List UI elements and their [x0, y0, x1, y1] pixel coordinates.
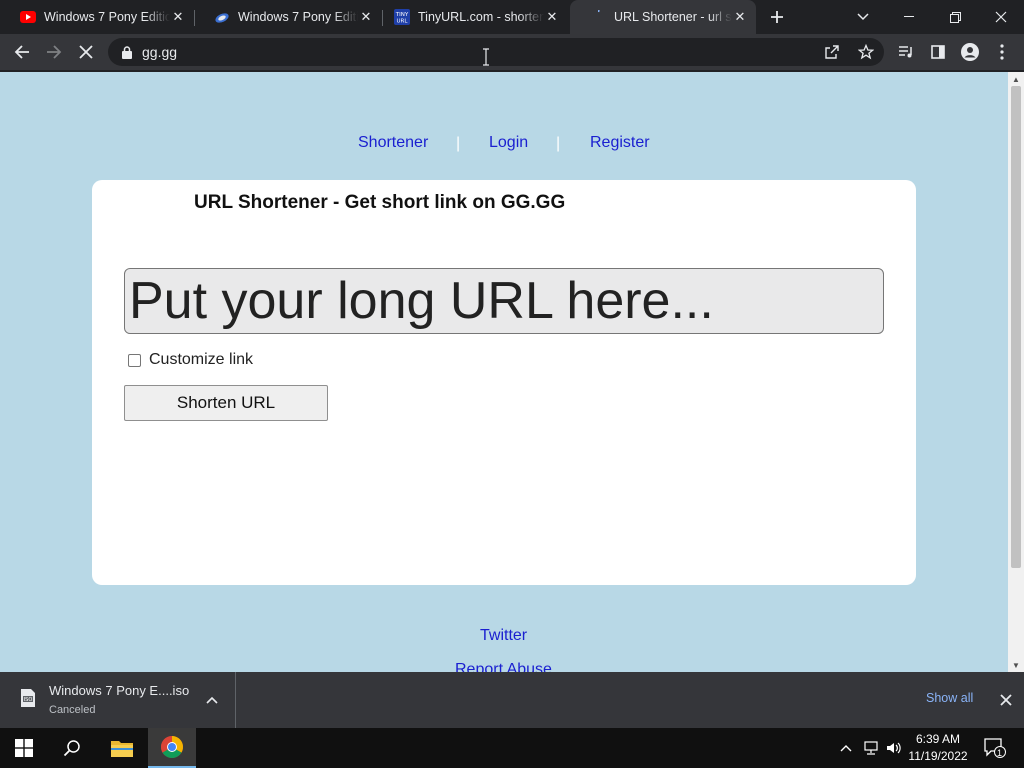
tab-gg-shortener[interactable]: URL Shortener - url shr ✕	[570, 0, 756, 34]
scroll-down-arrow[interactable]: ▼	[1008, 658, 1024, 672]
tab-title: Windows 7 Pony Edition	[44, 10, 170, 24]
close-icon[interactable]: ✕	[358, 9, 374, 25]
chrome-taskbar-icon[interactable]	[148, 728, 196, 768]
side-panel-icon[interactable]	[924, 38, 952, 66]
close-icon[interactable]: ✕	[544, 9, 560, 25]
svg-text:TINY: TINY	[395, 12, 409, 18]
browser-toolbar: gg.gg	[0, 34, 1024, 71]
windows-taskbar: 6:39 AM 11/19/2022 1	[0, 728, 1024, 768]
loading-icon	[590, 9, 606, 25]
nav-shortener-link[interactable]: Shortener	[358, 134, 428, 152]
restore-button[interactable]	[932, 0, 978, 34]
svg-text:URL: URL	[397, 19, 409, 25]
search-icon[interactable]	[48, 728, 96, 768]
download-file-name: Windows 7 Pony E....iso	[49, 683, 190, 698]
top-nav: Shortener | Login | Register	[0, 134, 1008, 156]
tab-strip: Windows 7 Pony Edition ✕ Windows 7 Pony …	[0, 0, 1024, 34]
customize-link-label: Customize link	[149, 351, 254, 368]
tab-tinyurl[interactable]: TINY URL TinyURL.com - shorten ✕	[374, 0, 568, 34]
back-button[interactable]	[8, 38, 36, 66]
address-bar[interactable]: gg.gg	[108, 38, 884, 66]
youtube-icon	[20, 9, 36, 25]
show-hidden-icons-chevron[interactable]	[836, 728, 856, 768]
download-status: Canceled	[49, 704, 96, 716]
media-control-icon[interactable]	[892, 38, 920, 66]
download-bar: ISO Windows 7 Pony E....iso Canceled Sho…	[0, 672, 1024, 728]
text-cursor-icon	[482, 48, 490, 66]
network-icon[interactable]	[860, 728, 882, 768]
bookmark-star-icon[interactable]	[854, 40, 878, 64]
address-text[interactable]: gg.gg	[142, 38, 177, 66]
shortener-card: URL Shortener - Get short link on GG.GG …	[92, 180, 916, 585]
lock-icon[interactable]	[120, 44, 134, 60]
nav-separator: |	[556, 135, 561, 152]
svg-text:ISO: ISO	[24, 697, 33, 703]
tab-pony[interactable]: Windows 7 Pony Edition ✕	[194, 0, 382, 34]
scroll-up-arrow[interactable]: ▲	[1008, 72, 1024, 86]
iso-file-icon: ISO	[20, 689, 36, 707]
minimize-button[interactable]	[886, 0, 932, 34]
nav-login-link[interactable]: Login	[489, 134, 528, 152]
close-download-bar-icon[interactable]	[996, 690, 1016, 710]
tab-title: TinyURL.com - shorten	[418, 10, 544, 24]
tab-title: URL Shortener - url shr	[614, 10, 732, 24]
close-icon[interactable]: ✕	[170, 9, 186, 25]
stop-loading-button[interactable]	[72, 38, 100, 66]
vertical-scrollbar[interactable]: ▲ ▼	[1008, 72, 1024, 672]
report-abuse-link[interactable]: Report Abuse	[455, 661, 552, 672]
page-title: URL Shortener - Get short link on GG.GG	[194, 192, 566, 213]
tab-title: Windows 7 Pony Edition	[238, 10, 358, 24]
page-viewport: Shortener | Login | Register URL Shorten…	[0, 72, 1024, 672]
customize-link-checkbox[interactable]	[128, 353, 141, 367]
new-tab-button[interactable]	[766, 6, 788, 28]
clock-time: 6:39 AM	[915, 732, 961, 746]
taskbar-clock[interactable]: 6:39 AM 11/19/2022	[906, 731, 970, 765]
file-explorer-icon[interactable]	[98, 728, 146, 768]
profile-avatar-icon[interactable]	[956, 38, 984, 66]
tab-youtube[interactable]: Windows 7 Pony Edition ✕	[0, 0, 194, 34]
volume-icon[interactable]	[884, 728, 904, 768]
tab-search-button[interactable]	[840, 0, 886, 34]
forward-button[interactable]	[40, 38, 68, 66]
share-icon[interactable]	[820, 40, 844, 64]
shorten-url-button[interactable]: Shorten URL	[124, 385, 328, 421]
windows-start-icon[interactable]	[0, 728, 48, 768]
clock-date: 11/19/2022	[908, 749, 968, 763]
tinyurl-icon: TINY URL	[394, 9, 410, 25]
chevron-up-icon[interactable]	[204, 692, 220, 708]
nav-register-link[interactable]: Register	[590, 134, 650, 152]
long-url-input[interactable]: Put your long URL here...	[124, 268, 884, 334]
menu-kebab-icon[interactable]	[988, 38, 1016, 66]
scrollbar-thumb[interactable]	[1011, 86, 1021, 568]
notifications-icon[interactable]: 1	[980, 728, 1010, 768]
nav-separator: |	[456, 135, 461, 152]
close-window-button[interactable]	[978, 0, 1024, 34]
show-all-downloads-link[interactable]: Show all	[926, 691, 973, 705]
customize-link-option[interactable]: Customize link	[128, 350, 253, 370]
notification-count: 1	[997, 748, 1003, 758]
close-icon[interactable]: ✕	[732, 9, 748, 25]
twitter-link[interactable]: Twitter	[480, 627, 527, 645]
download-item[interactable]: ISO Windows 7 Pony E....iso Canceled	[0, 672, 236, 728]
long-url-placeholder: Put your long URL here...	[129, 272, 714, 330]
pony-icon	[214, 9, 230, 25]
